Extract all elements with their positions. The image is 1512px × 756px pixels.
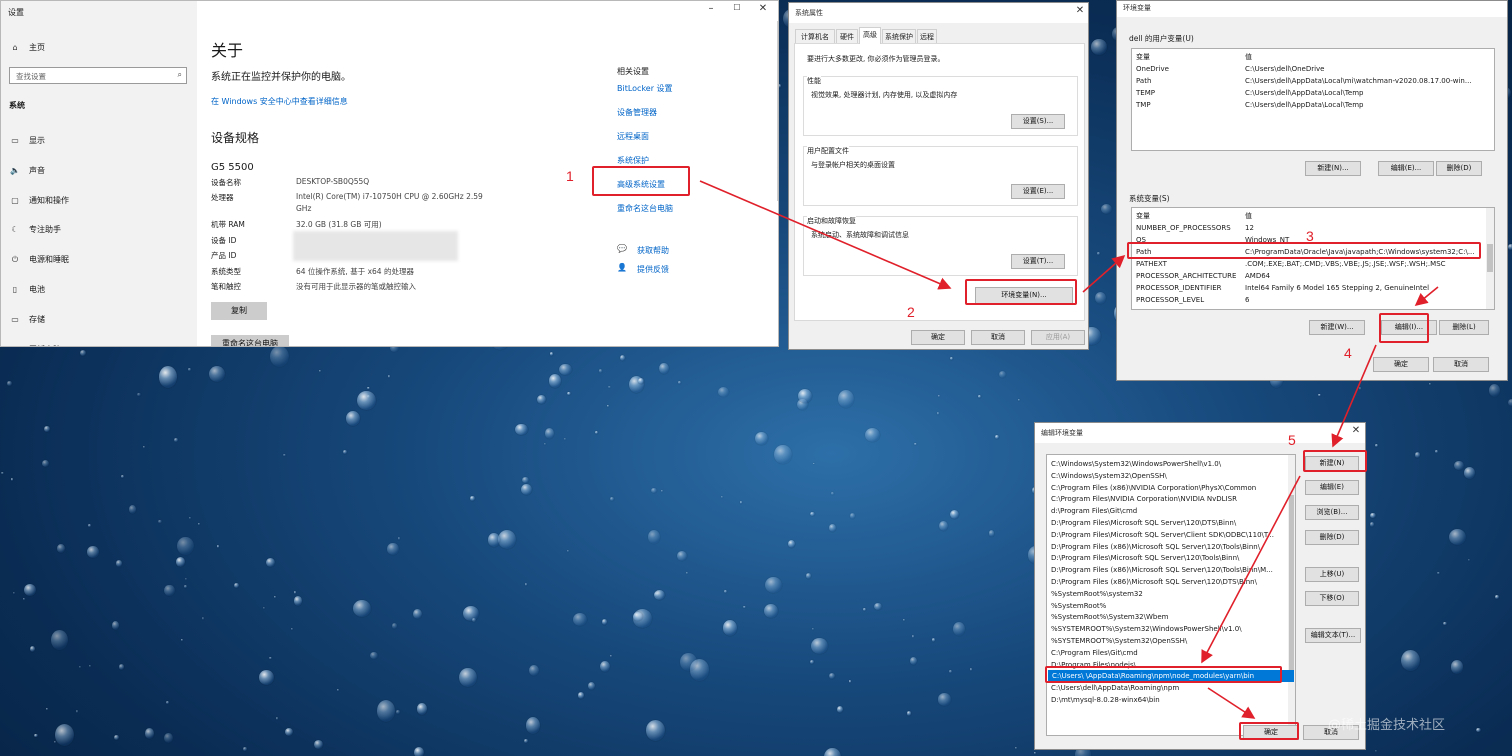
arrow-4-to-5 <box>1331 344 1377 448</box>
arrow-5-to-path <box>1201 475 1301 664</box>
arrow-2-to-3 <box>1082 254 1126 293</box>
annotation-arrows <box>699 180 1439 719</box>
arrow-path-to-ok <box>1207 687 1256 719</box>
watermark: @稀土掘金技术社区 <box>1328 718 1446 733</box>
arrow-1-to-2 <box>699 180 952 290</box>
arrow-3-to-4 <box>1414 286 1439 307</box>
